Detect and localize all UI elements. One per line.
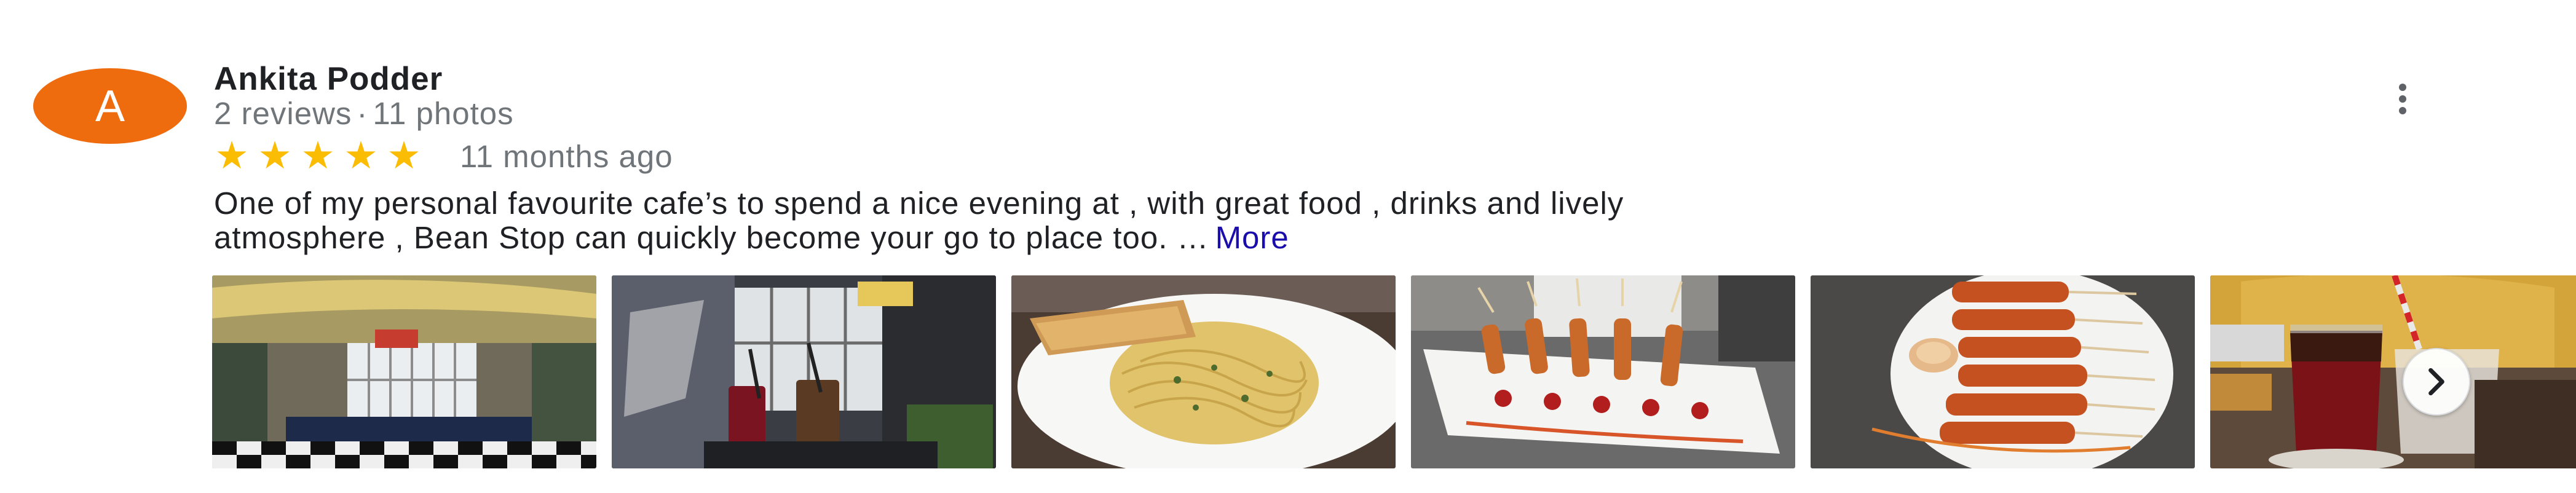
review-photo[interactable] [2210, 275, 2576, 468]
review-photo[interactable] [1411, 275, 1795, 468]
more-vert-icon[interactable] [2396, 84, 2409, 114]
review-time: 11 months ago [460, 138, 673, 174]
review-card: A Ankita Podder 2 reviews · 11 photos ★ ★ … [0, 0, 2576, 493]
reviews-count: 2 reviews [214, 96, 352, 131]
review-photo[interactable] [212, 275, 596, 468]
photo-iced-drink [2210, 275, 2576, 468]
avatar[interactable]: A [33, 68, 187, 144]
more-link[interactable]: More [1215, 220, 1289, 255]
star-icon: ★ [215, 135, 249, 177]
review-text-truncated: atmosphere , Bean Stop can quickly becom… [214, 220, 1209, 255]
review-text: One of my personal favourite cafe’s to s… [214, 186, 2427, 255]
star-icon: ★ [301, 135, 335, 177]
author-stats: 2 reviews · 11 photos [214, 95, 514, 132]
menu-dot [2399, 95, 2406, 103]
photo-cafe-interior [212, 275, 596, 468]
meta-separator: · [357, 96, 368, 131]
photo-pasta [1011, 275, 1396, 468]
menu-dot [2399, 84, 2406, 91]
star-icon: ★ [344, 135, 378, 177]
photo-cafe-drinks [612, 275, 996, 468]
rating-row: ★ ★ ★ ★ ★ 11 months ago [214, 136, 673, 176]
chevron-right-glyph [2428, 368, 2444, 396]
menu-dot [2399, 107, 2406, 114]
review-text-line: One of my personal favourite cafe’s to s… [214, 186, 1624, 221]
chevron-right-icon[interactable] [2403, 348, 2470, 416]
photo-skewers-platter [1411, 275, 1795, 468]
star-icon: ★ [258, 135, 292, 177]
review-photo[interactable] [1011, 275, 1396, 468]
review-photo[interactable] [612, 275, 996, 468]
star-icon: ★ [387, 135, 421, 177]
photo-strip [212, 275, 2576, 468]
star-rating: ★ ★ ★ ★ ★ [214, 135, 422, 177]
photo-grilled-skewers [1811, 275, 2195, 468]
review-text-line: atmosphere , Bean Stop can quickly becom… [214, 221, 2427, 255]
avatar-letter: A [95, 81, 125, 131]
author-name[interactable]: Ankita Podder [214, 60, 443, 98]
review-photo[interactable] [1811, 275, 2195, 468]
photos-count: 11 photos [373, 96, 514, 131]
